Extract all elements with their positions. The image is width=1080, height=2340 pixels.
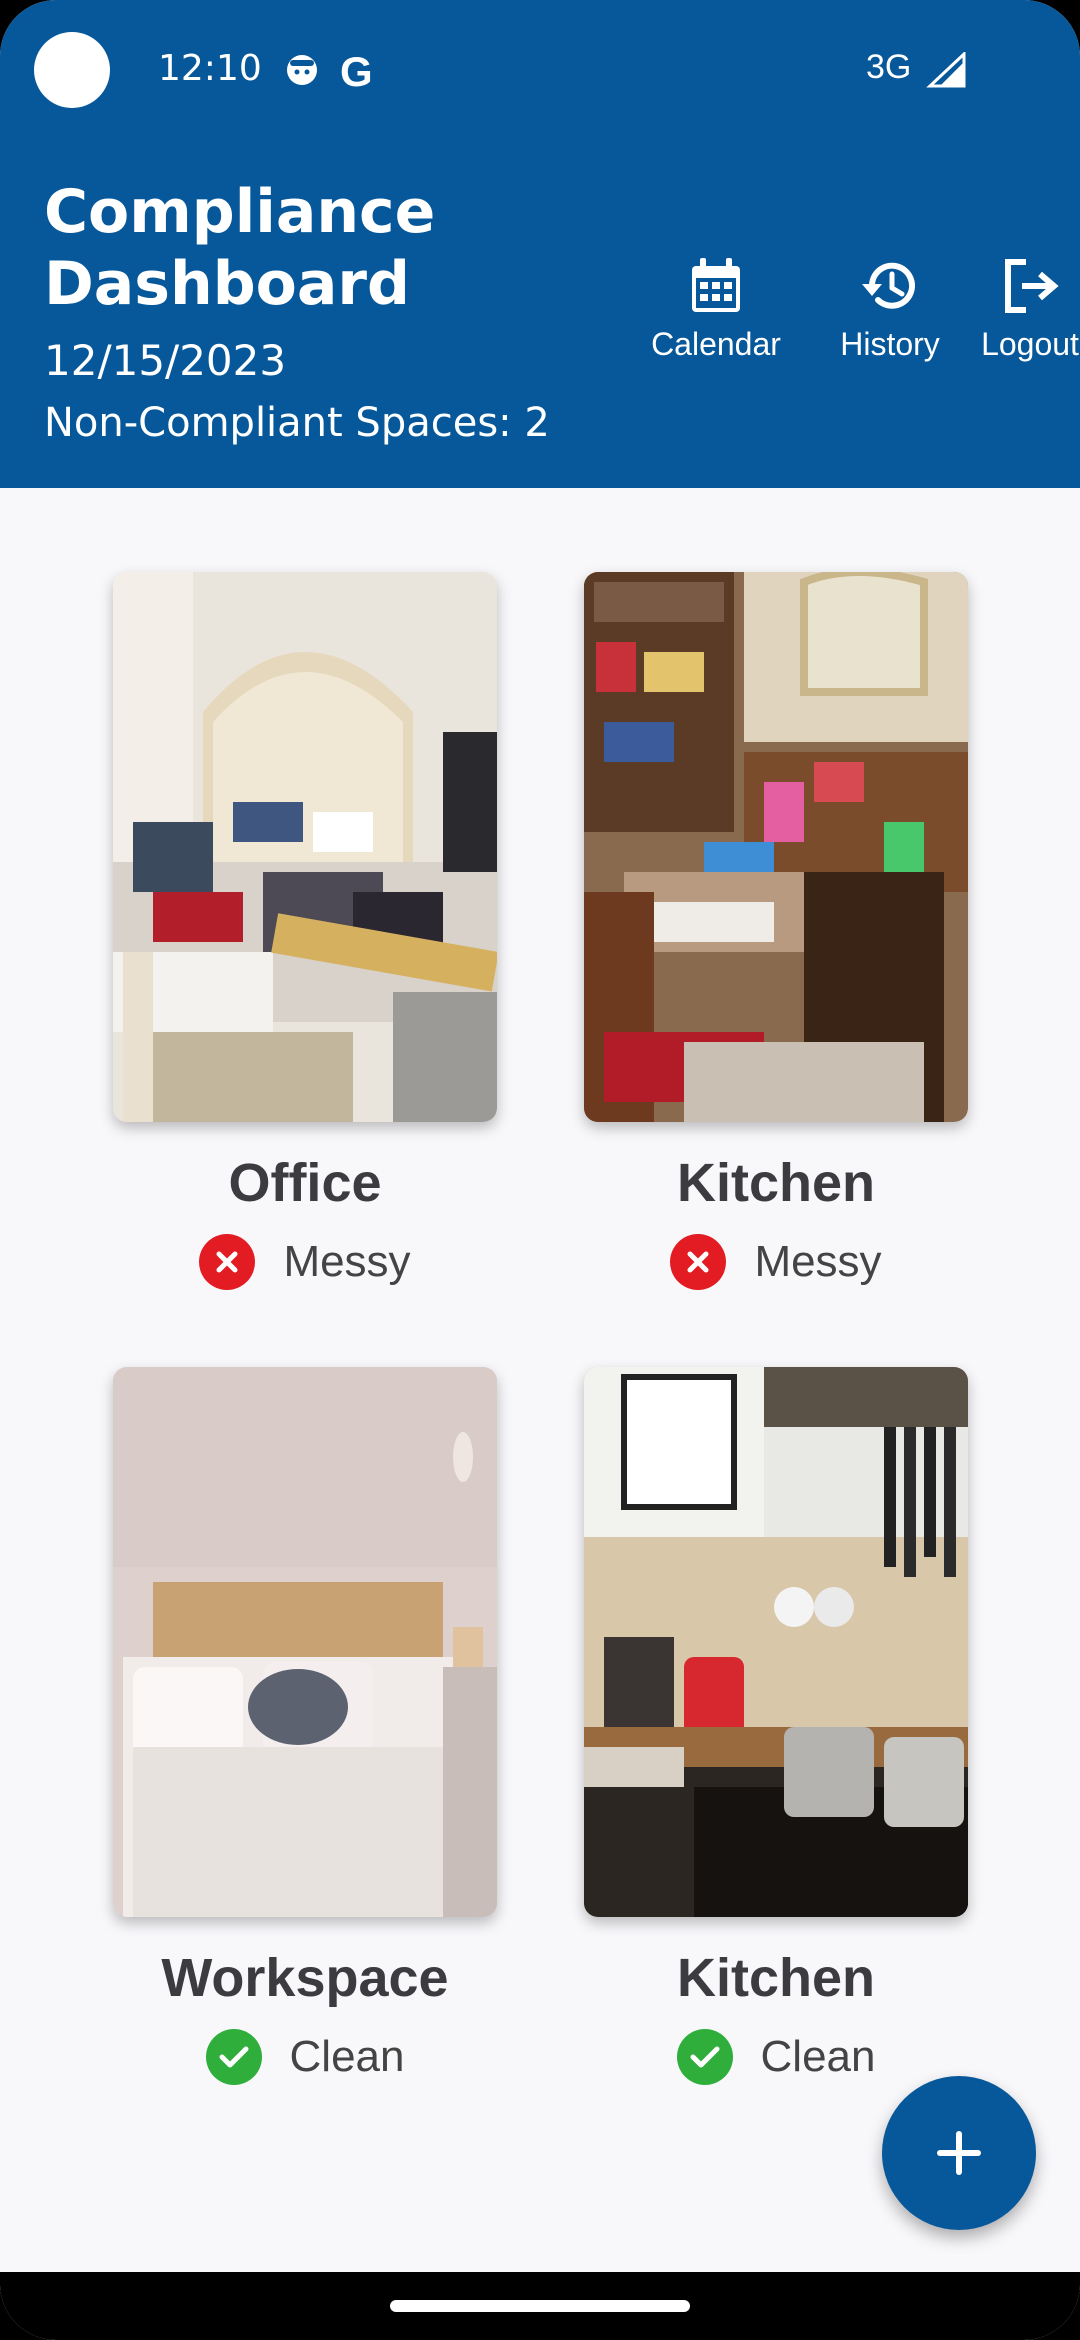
space-name: Office bbox=[228, 1153, 382, 1213]
logout-label: Logout bbox=[981, 326, 1079, 362]
network-type: 3G bbox=[866, 48, 912, 86]
space-photo[interactable] bbox=[113, 1367, 497, 1917]
status-row: Clean bbox=[113, 2029, 497, 2085]
current-date: 12/15/2023 bbox=[44, 336, 287, 385]
status-row: Messy bbox=[584, 1234, 968, 1290]
status-row: Clean bbox=[584, 2029, 968, 2085]
google-icon: G bbox=[340, 48, 373, 95]
clean-check-icon bbox=[205, 2029, 262, 2085]
page-title: Compliance Dashboard bbox=[44, 177, 436, 319]
calendar-button[interactable]: Calendar bbox=[650, 256, 782, 363]
messy-x-icon bbox=[199, 1234, 256, 1290]
space-name: Kitchen bbox=[676, 1153, 876, 1213]
space-card-office[interactable]: Office Messy bbox=[113, 572, 497, 1290]
space-name: Workspace bbox=[161, 1948, 449, 2008]
logout-button[interactable]: Logout bbox=[970, 256, 1080, 363]
non-compliant-count: Non-Compliant Spaces: 2 bbox=[44, 400, 550, 446]
clean-check-icon bbox=[676, 2029, 733, 2085]
space-card-kitchen-clean[interactable]: Kitchen Clean bbox=[584, 1367, 968, 2085]
space-name: Kitchen bbox=[676, 1948, 876, 2008]
status-label: Messy bbox=[754, 1237, 882, 1286]
calendar-icon bbox=[692, 258, 740, 312]
status-row: Messy bbox=[113, 1234, 497, 1290]
app-header: 12:10 G 3G Compliance Dashboard 12/15/20… bbox=[0, 0, 1080, 488]
space-photo[interactable] bbox=[584, 1367, 968, 1917]
history-label: History bbox=[840, 326, 940, 362]
home-gesture-handle[interactable] bbox=[390, 2300, 690, 2312]
calendar-label: Calendar bbox=[651, 326, 781, 362]
clock: 12:10 bbox=[158, 48, 262, 89]
status-label: Clean bbox=[760, 2032, 876, 2081]
status-bar: 12:10 G 3G bbox=[0, 0, 1080, 140]
history-icon bbox=[862, 262, 915, 309]
screen: 12:10 G 3G Compliance Dashboard 12/15/20… bbox=[0, 0, 1080, 2340]
space-card-kitchen[interactable]: Kitchen Messy bbox=[584, 572, 968, 1290]
space-photo[interactable] bbox=[584, 572, 968, 1122]
history-button[interactable]: History bbox=[820, 256, 960, 363]
status-label: Clean bbox=[289, 2032, 405, 2081]
add-space-button[interactable] bbox=[882, 2076, 1036, 2230]
camera-cutout bbox=[34, 32, 110, 108]
status-label: Messy bbox=[283, 1237, 411, 1286]
space-card-workspace[interactable]: Workspace Clean bbox=[113, 1367, 497, 2085]
notification-face-icon bbox=[287, 55, 317, 85]
plus-icon bbox=[937, 2131, 981, 2175]
logout-icon bbox=[1005, 259, 1059, 313]
signal-icon bbox=[926, 52, 966, 88]
messy-x-icon bbox=[670, 1234, 727, 1290]
space-photo[interactable] bbox=[113, 572, 497, 1122]
